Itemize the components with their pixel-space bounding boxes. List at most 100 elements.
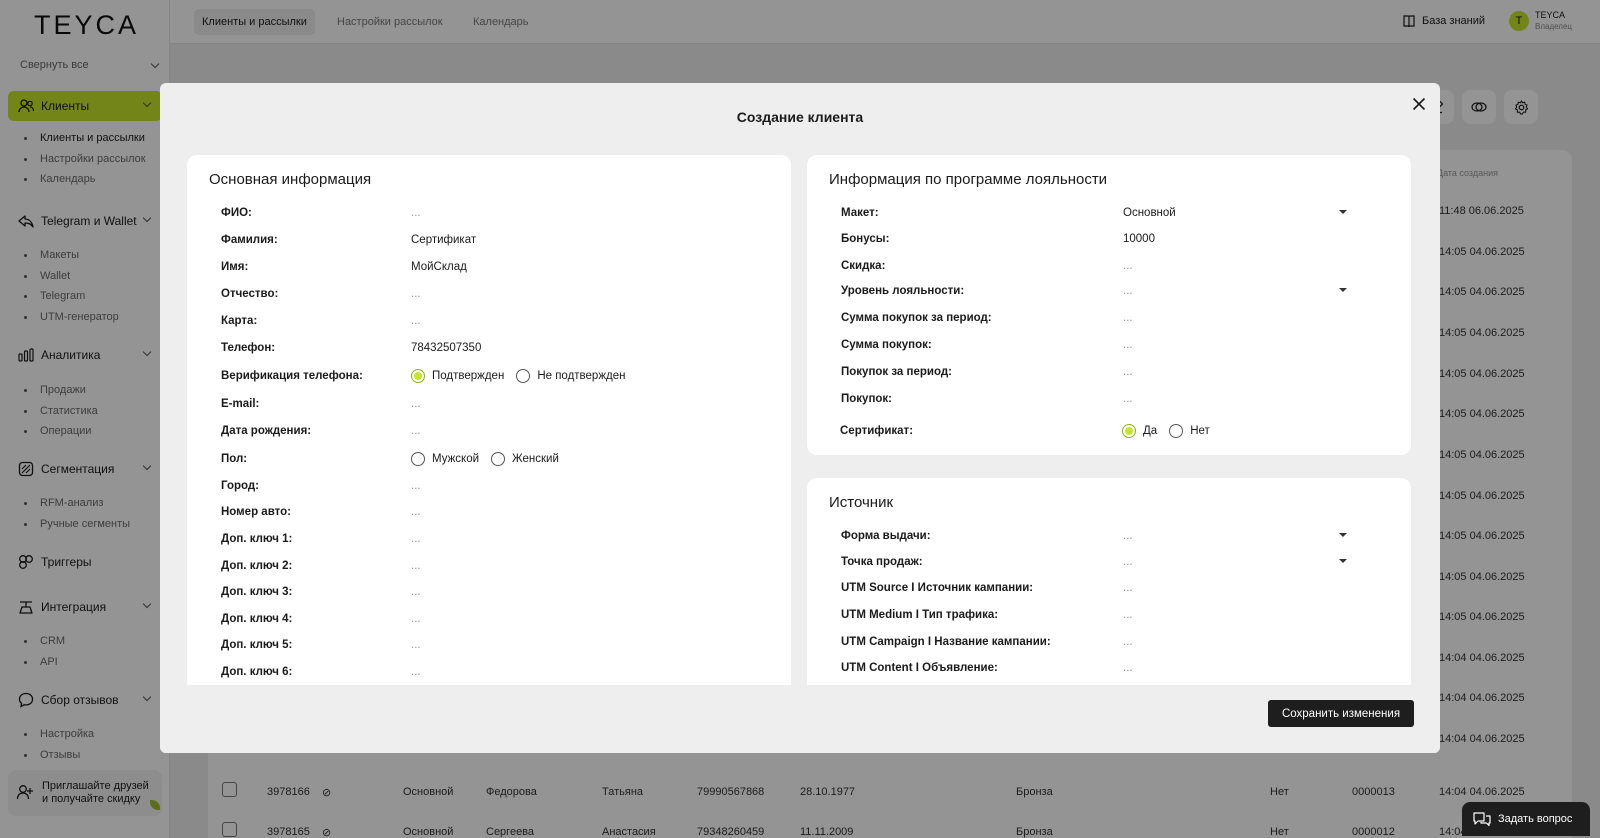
radio-checked-icon <box>411 369 425 383</box>
fio-input[interactable]: ... <box>411 207 421 219</box>
first-name-input[interactable]: МойСклад <box>411 261 467 273</box>
field-label: Сумма покупок: <box>841 339 932 351</box>
middle-name-input[interactable]: ... <box>411 288 421 300</box>
birth-date-input[interactable]: ... <box>411 425 421 437</box>
radio-unchecked-icon <box>411 452 425 466</box>
modal-footer <box>160 685 1440 753</box>
radio-unchecked-icon <box>491 452 506 466</box>
radio-label: Не подтвержден <box>537 370 626 382</box>
purchase-sum-input[interactable]: ... <box>1123 339 1133 351</box>
card-input[interactable]: ... <box>411 315 421 327</box>
radio-verified[interactable]: Подтвержден <box>411 369 504 383</box>
field-bonuses: Бонусы: 10000 <box>841 229 1381 249</box>
ask-question-label: Задать вопрос <box>1498 813 1573 825</box>
field-label: Фамилия: <box>221 234 278 246</box>
extra-key-2-input[interactable]: ... <box>411 560 421 572</box>
city-input[interactable]: ... <box>411 480 421 492</box>
field-label: UTM Medium I Тип трафика: <box>841 609 999 621</box>
field-city: Город: ... <box>221 476 781 496</box>
utm-medium-input[interactable]: ... <box>1123 609 1133 621</box>
radio-male[interactable]: Мужской <box>411 452 479 466</box>
car-number-input[interactable]: ... <box>411 506 421 518</box>
field-label: UTM Content I Объявление: <box>841 662 998 674</box>
field-phone-verification: Верификация телефона: Подтвержден Не под… <box>221 366 781 386</box>
field-label: Покупок за период: <box>841 366 952 378</box>
loyalty-info-title: Информация по программе лояльности <box>829 171 1108 188</box>
field-extra-key-6: Доп. ключ 6: ... <box>221 662 781 682</box>
field-label: Доп. ключ 2: <box>221 560 293 572</box>
discount-input[interactable]: ... <box>1123 260 1133 272</box>
extra-key-6-input[interactable]: ... <box>411 666 421 678</box>
extra-key-1-input[interactable]: ... <box>411 533 421 545</box>
field-label: UTM Campaign I Название кампании: <box>841 636 1051 648</box>
dropdown-arrow-icon <box>1339 210 1347 214</box>
field-loyalty-level[interactable]: Уровень лояльности: ... <box>841 281 1381 301</box>
layout-select-value: Основной <box>1123 207 1176 219</box>
source-title: Источник <box>829 494 894 511</box>
period-sum-input[interactable]: ... <box>1123 312 1133 324</box>
dropdown-arrow-icon <box>1339 559 1347 563</box>
radio-label: Женский <box>512 453 559 465</box>
radio-label: Мужской <box>432 453 480 465</box>
phone-input[interactable]: 78432507350 <box>411 342 481 354</box>
field-layout[interactable]: Макет: Основной <box>841 203 1381 223</box>
field-label: Форма выдачи: <box>841 530 931 542</box>
field-label: Сумма покупок за период: <box>841 312 992 324</box>
field-car-number: Номер авто: ... <box>221 502 781 522</box>
field-label: Бонусы: <box>841 233 890 245</box>
bonuses-input[interactable]: 10000 <box>1123 233 1155 245</box>
dropdown-arrow-icon <box>1339 533 1347 537</box>
radio-certificate-no[interactable]: Нет <box>1169 424 1210 438</box>
field-phone: Телефон: 78432507350 <box>221 338 781 358</box>
field-label: Город: <box>221 480 259 492</box>
field-label: Доп. ключ 3: <box>221 586 293 598</box>
utm-source-input[interactable]: ... <box>1123 582 1133 594</box>
extra-key-5-input[interactable]: ... <box>411 639 421 651</box>
radio-not-verified[interactable]: Не подтвержден <box>516 369 625 383</box>
period-count-input[interactable]: ... <box>1123 366 1133 378</box>
email-input[interactable]: ... <box>411 398 421 410</box>
radio-checked-icon <box>1122 424 1136 438</box>
purchase-count-input[interactable]: ... <box>1123 393 1133 405</box>
field-middle-name: Отчество: ... <box>221 284 781 304</box>
radio-certificate-yes[interactable]: Да <box>1122 424 1157 438</box>
extra-key-3-input[interactable]: ... <box>411 586 421 598</box>
extra-key-4-input[interactable]: ... <box>411 613 421 625</box>
basic-info-title: Основная информация <box>209 171 372 188</box>
field-issue-form[interactable]: Форма выдачи: ... <box>841 526 1381 546</box>
field-certificate: Сертификат: Да Нет <box>840 421 1222 441</box>
field-label: Доп. ключ 1: <box>221 533 293 545</box>
save-changes-button[interactable]: Сохранить изменения <box>1268 700 1414 727</box>
field-extra-key-2: Доп. ключ 2: ... <box>221 556 781 576</box>
utm-content-input[interactable]: ... <box>1123 662 1133 674</box>
issue-form-select-value: ... <box>1123 530 1133 542</box>
field-purchase-count: Покупок: ... <box>841 389 1381 409</box>
ask-question-button[interactable]: Задать вопрос <box>1462 802 1590 836</box>
field-email: E-mail: ... <box>221 394 781 414</box>
field-utm-content: UTM Content I Объявление: ... <box>841 658 1381 678</box>
field-first-name: Имя: МойСклад <box>221 257 781 277</box>
field-label: Доп. ключ 4: <box>221 613 293 625</box>
close-button[interactable] <box>1408 93 1430 115</box>
field-period-count: Покупок за период: ... <box>841 362 1381 382</box>
field-label: Доп. ключ 6: <box>221 666 293 678</box>
field-period-sum: Сумма покупок за период: ... <box>841 308 1381 328</box>
field-label: Карта: <box>221 315 258 327</box>
field-label: Скидка: <box>841 260 886 272</box>
field-label: Пол: <box>221 453 248 465</box>
field-discount: Скидка: ... <box>841 256 1381 276</box>
field-label: Верификация телефона: <box>221 370 363 382</box>
field-label: Уровень лояльности: <box>841 285 965 297</box>
field-sales-point[interactable]: Точка продаж: ... <box>841 552 1381 572</box>
field-utm-campaign: UTM Campaign I Название кампании: ... <box>841 632 1381 652</box>
radio-female[interactable]: Женский <box>491 452 559 466</box>
chat-icon <box>1473 812 1491 827</box>
field-extra-key-5: Доп. ключ 5: ... <box>221 635 781 655</box>
field-card: Карта: ... <box>221 311 781 331</box>
utm-campaign-input[interactable]: ... <box>1123 636 1133 648</box>
sales-point-select-value: ... <box>1123 556 1133 568</box>
radio-label: Да <box>1143 425 1158 437</box>
field-fio: ФИО: ... <box>221 203 781 223</box>
last-name-input[interactable]: Сертификат <box>411 234 476 246</box>
close-icon <box>1412 97 1426 111</box>
